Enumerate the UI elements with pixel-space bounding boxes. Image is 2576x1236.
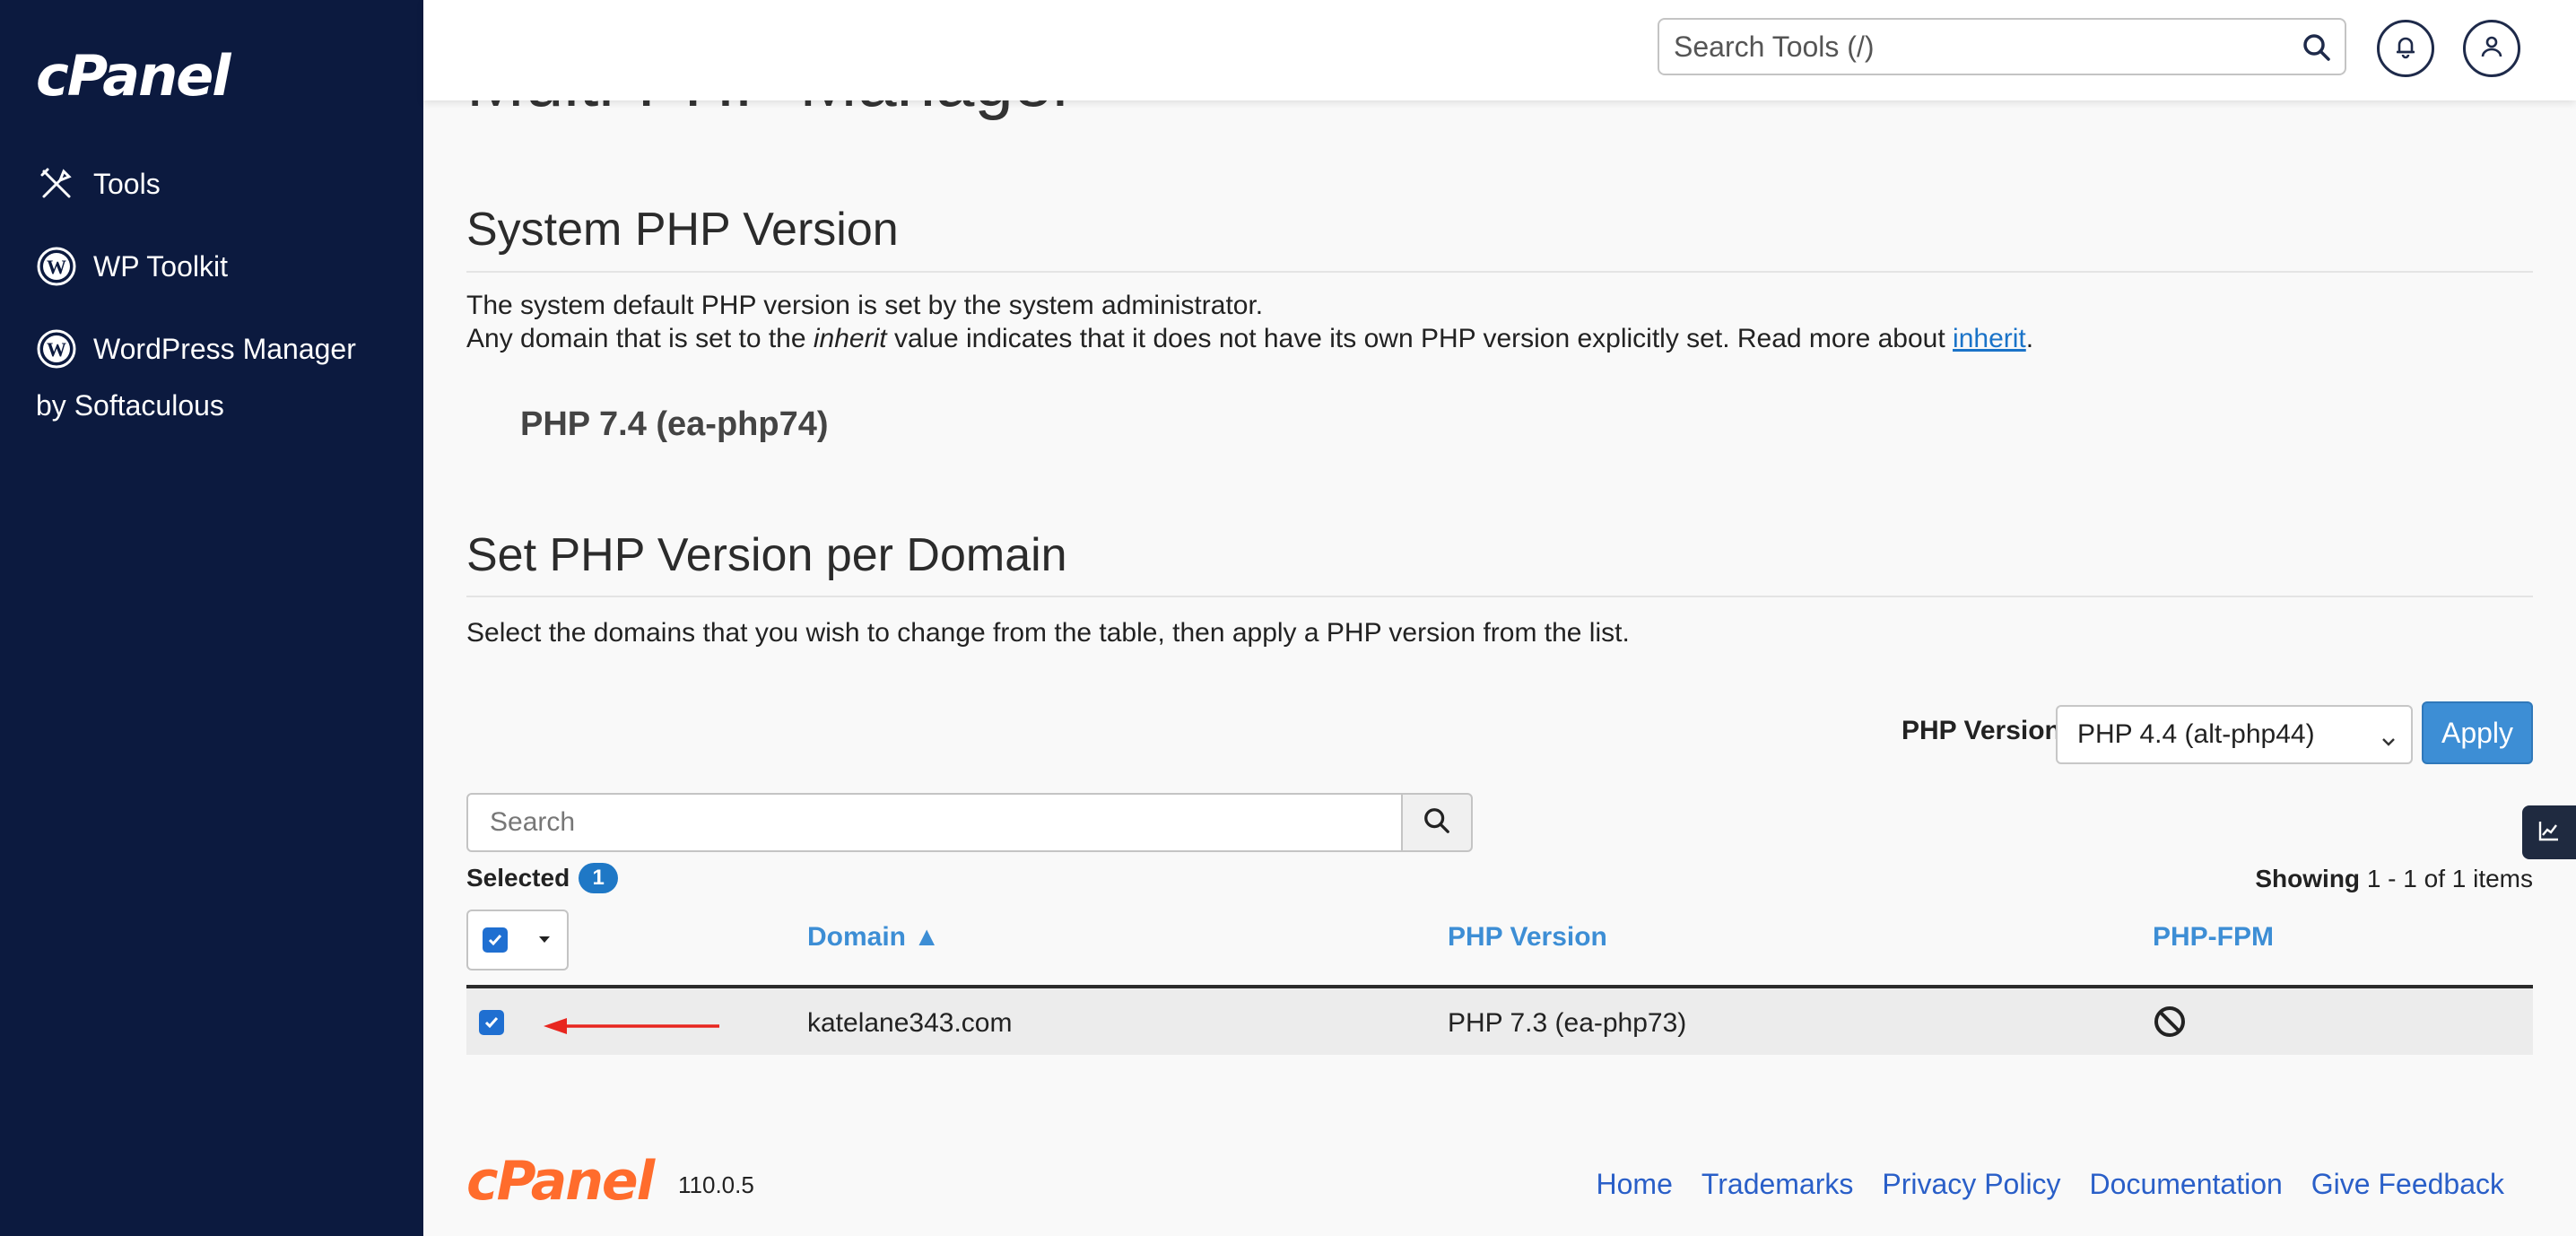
divider: [466, 596, 2533, 597]
footer-link-privacy-policy[interactable]: Privacy Policy: [1882, 1168, 2060, 1201]
annotation-arrow-icon: [542, 1014, 721, 1045]
footer-link-trademarks[interactable]: Trademarks: [1701, 1168, 1854, 1201]
column-header-domain[interactable]: Domain ▲: [807, 922, 940, 953]
row-checkbox[interactable]: [479, 1010, 504, 1035]
sidebar-item-label: WordPress Manager: [93, 332, 356, 365]
sidebar-item-wordpress-manager[interactable]: W WordPress Manager: [36, 328, 356, 370]
notifications-button[interactable]: [2377, 20, 2434, 77]
system-description-line1: The system default PHP version is set by…: [466, 291, 1264, 320]
wordpress-icon: W: [36, 328, 77, 370]
selected-count: Selected 1: [466, 863, 619, 893]
sidebar-item-tools[interactable]: Tools: [36, 163, 161, 205]
stats-panel-toggle[interactable]: [2522, 805, 2576, 859]
top-bar: [423, 0, 2576, 100]
user-menu-button[interactable]: [2463, 20, 2520, 77]
caret-down-icon: [537, 932, 552, 948]
domain-search-input[interactable]: [468, 795, 1365, 850]
search-tools-input[interactable]: [1659, 20, 2269, 74]
domain-search-button[interactable]: [1401, 793, 1473, 852]
footer-cpanel-logo[interactable]: cPanel: [466, 1150, 655, 1213]
column-header-php-fpm[interactable]: PHP-FPM: [2153, 922, 2274, 953]
user-icon: [2478, 33, 2505, 65]
pagination-info: Showing 1 - 1 of 1 items: [2255, 865, 2533, 892]
sidebar-item-wp-toolkit[interactable]: W WP Toolkit: [36, 246, 228, 287]
domain-php-heading: Set PHP Version per Domain: [466, 529, 1067, 581]
svg-text:W: W: [47, 256, 66, 278]
cpanel-logo[interactable]: cPanel: [36, 43, 231, 109]
disabled-icon: [2153, 1005, 2187, 1043]
domain-description: Select the domains that you wish to chan…: [466, 618, 1630, 648]
cpanel-version: 110.0.5: [678, 1171, 754, 1198]
chart-icon: [2537, 819, 2561, 847]
checkmark-icon: [483, 927, 508, 953]
tool-search-box: [1658, 18, 2346, 75]
chevron-down-icon: [2380, 727, 2397, 757]
php-version-label: PHP Version: [1902, 716, 2061, 745]
system-description-line2: Any domain that is set to the inherit va…: [466, 324, 2034, 353]
bell-icon: [2392, 33, 2419, 65]
select-all-checkbox[interactable]: [466, 910, 524, 971]
sidebar-item-label: WP Toolkit: [93, 249, 228, 283]
selection-dropdown-button[interactable]: [522, 910, 569, 971]
sidebar: cPanel Tools W WP Toolkit W WordPress Ma…: [0, 0, 423, 1236]
footer-link-give-feedback[interactable]: Give Feedback: [2311, 1168, 2504, 1201]
selected-count-badge: 1: [579, 863, 619, 893]
divider: [466, 271, 2533, 273]
inherit-term: inherit: [813, 324, 887, 353]
footer-links: Home Trademarks Privacy Policy Documenta…: [1597, 1168, 2504, 1201]
domain-search-box: [466, 793, 1403, 852]
wordpress-icon: W: [36, 246, 77, 287]
sidebar-item-sublabel[interactable]: by Softaculous: [36, 389, 224, 422]
row-php-version: PHP 7.3 (ea-php73): [1448, 1008, 1687, 1038]
system-php-heading: System PHP Version: [466, 204, 899, 256]
tools-icon: [36, 163, 77, 205]
search-icon: [1423, 806, 1451, 840]
system-php-version-value: PHP 7.4 (ea-php74): [520, 405, 829, 443]
footer-link-home[interactable]: Home: [1597, 1168, 1673, 1201]
svg-text:W: W: [47, 338, 66, 361]
sidebar-item-label: Tools: [93, 167, 161, 200]
search-icon[interactable]: [2302, 32, 2332, 67]
inherit-link[interactable]: inherit: [1953, 324, 2026, 353]
php-version-select[interactable]: PHP 4.4 (alt-php44): [2056, 705, 2413, 764]
apply-button[interactable]: Apply: [2422, 701, 2533, 764]
row-domain: katelane343.com: [807, 1008, 1013, 1038]
checkmark-icon: [479, 1010, 504, 1035]
footer-link-documentation[interactable]: Documentation: [2090, 1168, 2283, 1201]
column-header-php-version[interactable]: PHP Version: [1448, 922, 1607, 953]
